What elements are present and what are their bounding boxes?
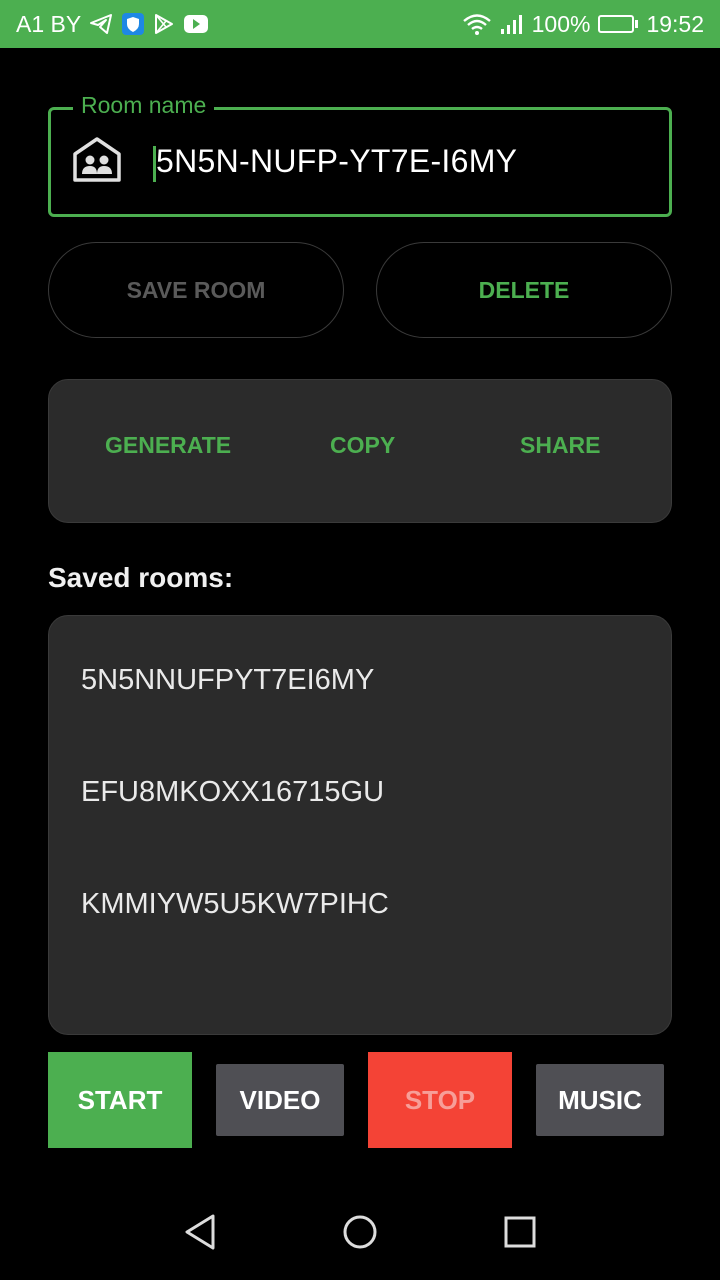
saved-room-item[interactable]: 5N5NNUFPYT7EI6MY	[81, 664, 374, 697]
battery-icon	[598, 15, 639, 33]
home-icon[interactable]	[342, 1212, 378, 1257]
delete-button[interactable]: DELETE	[376, 242, 672, 338]
room-name-label: Room name	[73, 92, 215, 119]
video-button[interactable]: VIDEO	[216, 1064, 344, 1136]
navigation-bar	[0, 1192, 720, 1280]
saved-rooms-list: 5N5NNUFPYT7EI6MY EFU8MKOXX16715GU KMMIYW…	[48, 615, 672, 1035]
battery-percent: 100%	[531, 10, 591, 37]
share-button[interactable]: SHARE	[520, 432, 601, 459]
saved-room-item[interactable]: EFU8MKOXX16715GU	[81, 776, 384, 809]
play-store-icon	[153, 13, 175, 35]
room-name-input[interactable]: 5N5N-NUFP-YT7E-I6MY	[153, 143, 517, 182]
copy-button[interactable]: COPY	[330, 432, 395, 459]
back-icon[interactable]	[182, 1212, 218, 1257]
room-name-value: 5N5N-NUFP-YT7E-I6MY	[156, 143, 518, 179]
clock: 19:52	[646, 10, 704, 37]
start-button[interactable]: START	[48, 1052, 192, 1148]
carrier-label: A1 BY	[16, 10, 82, 37]
status-bar: A1 BY 100% 19:52	[0, 0, 720, 48]
wifi-icon	[462, 13, 492, 35]
action-card: GENERATE COPY SHARE	[48, 379, 672, 523]
save-room-button[interactable]: SAVE ROOM	[48, 242, 344, 338]
saved-room-item[interactable]: KMMIYW5U5KW7PIHC	[81, 888, 389, 921]
music-button[interactable]: MUSIC	[536, 1064, 664, 1136]
telegram-icon	[89, 13, 113, 35]
generate-button[interactable]: GENERATE	[105, 432, 231, 459]
shield-app-icon	[121, 12, 145, 36]
stop-button[interactable]: STOP	[368, 1052, 512, 1148]
youtube-icon	[183, 14, 209, 34]
saved-rooms-heading: Saved rooms:	[48, 562, 234, 593]
status-left: A1 BY	[16, 11, 209, 38]
status-right: 100% 19:52	[462, 11, 704, 38]
room-name-field[interactable]: Room name 5N5N-NUFP-YT7E-I6MY	[48, 92, 672, 217]
recent-apps-icon[interactable]	[502, 1212, 538, 1257]
signal-icon	[500, 13, 524, 35]
meeting-room-icon	[71, 136, 123, 189]
